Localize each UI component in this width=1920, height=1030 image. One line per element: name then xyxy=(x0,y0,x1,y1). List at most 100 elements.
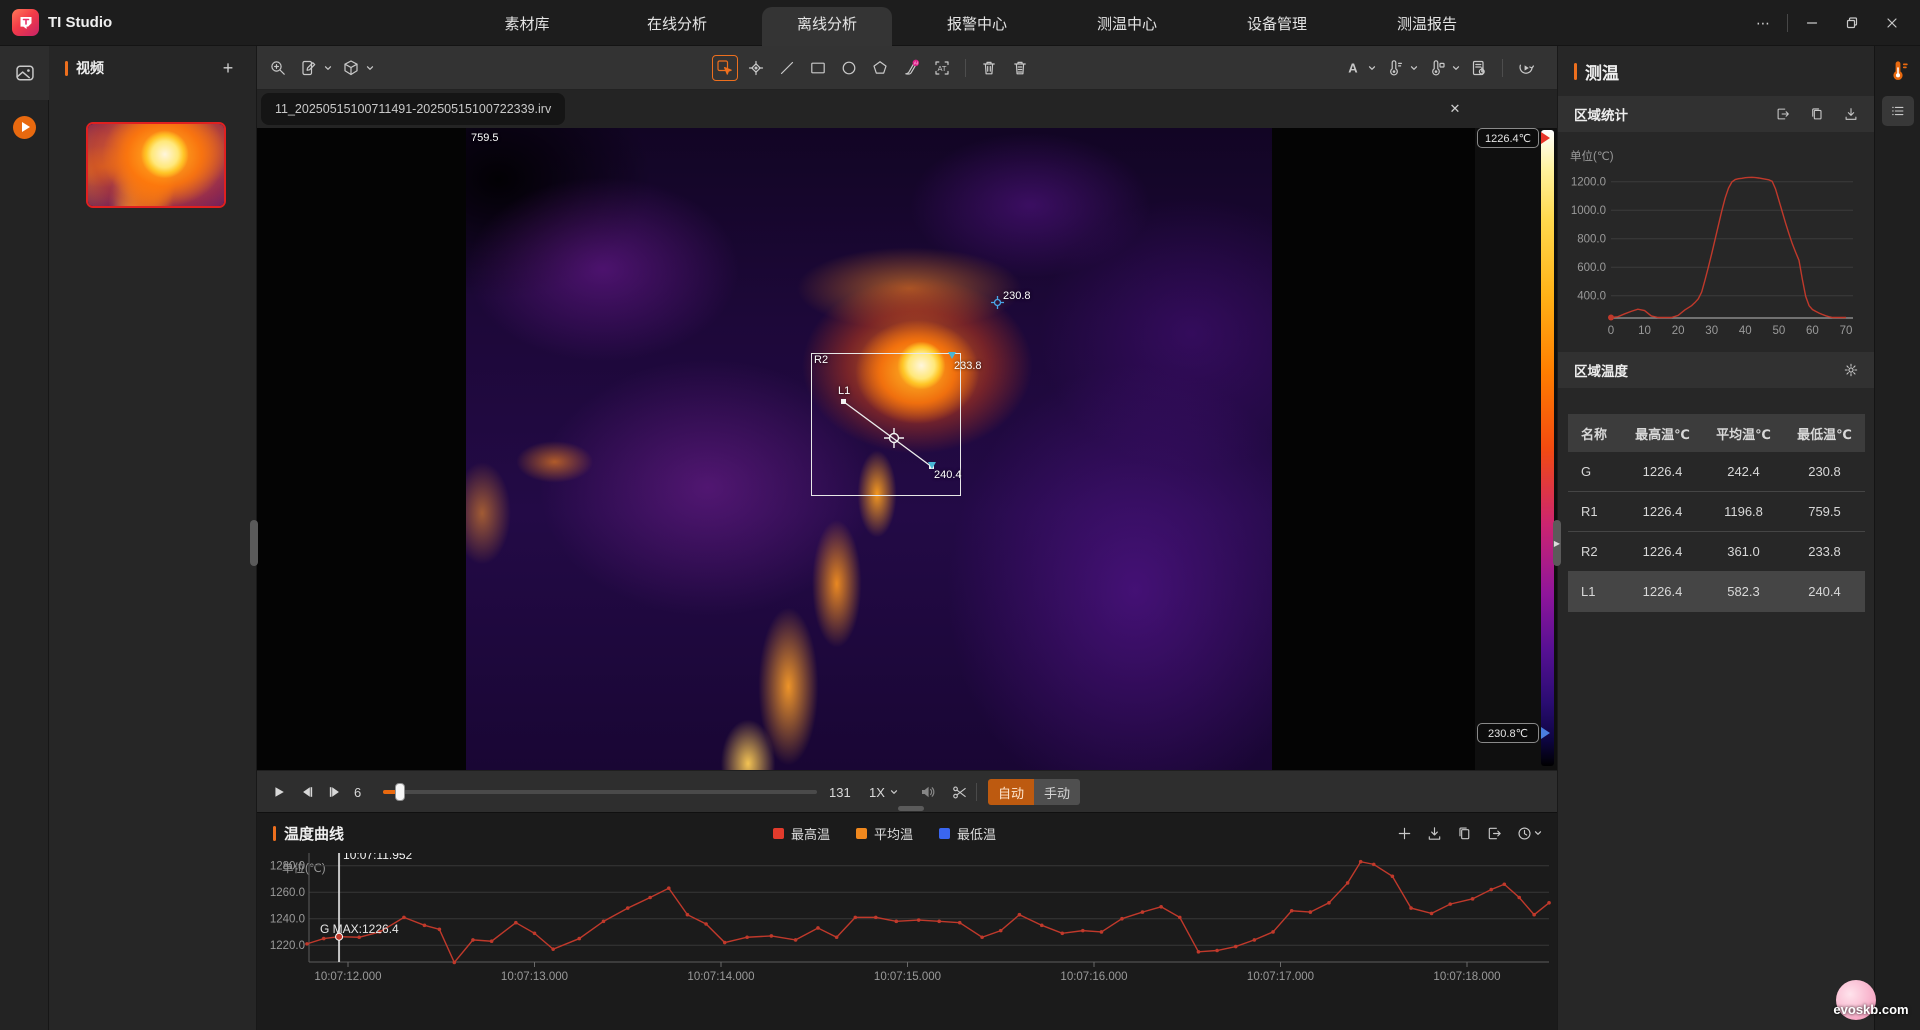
more-menu-button[interactable]: ⋯ xyxy=(1743,0,1783,46)
clip-scissors-button[interactable] xyxy=(951,784,968,801)
region-temp-table: 名称最高温℃平均温℃最低温℃G1226.4242.4230.8R11226.41… xyxy=(1568,414,1865,612)
point-tool-icon[interactable] xyxy=(743,55,769,81)
toolbar-divider xyxy=(965,59,966,77)
region-name: L1 xyxy=(1568,584,1622,599)
nav-tab-测温中心[interactable]: 测温中心 xyxy=(1052,0,1202,46)
gear-icon[interactable] xyxy=(1843,362,1859,378)
restore-button[interactable] xyxy=(1832,0,1872,46)
line-tool-icon[interactable] xyxy=(774,55,800,81)
download-icon[interactable] xyxy=(1843,106,1859,122)
media-library-button[interactable] xyxy=(0,46,49,100)
delete-tool-icon[interactable] xyxy=(976,55,1002,81)
temperature-colorbar xyxy=(1541,130,1554,766)
font-tool-caret-icon[interactable] xyxy=(1371,63,1377,73)
annotation-display-tool-caret-icon[interactable] xyxy=(327,63,333,73)
table-row-G[interactable]: G1226.4242.4230.8 xyxy=(1568,452,1865,492)
l1-min-marker[interactable]: 240.4 xyxy=(928,462,936,469)
table-row-R1[interactable]: R11226.41196.8759.5 xyxy=(1568,492,1865,532)
close-document-icon[interactable]: ✕ xyxy=(1445,99,1465,119)
delete-all-tool-icon[interactable] xyxy=(1007,55,1033,81)
svg-text:1260.0: 1260.0 xyxy=(270,887,305,899)
nav-tab-设备管理[interactable]: 设备管理 xyxy=(1202,0,1352,46)
svg-text:20: 20 xyxy=(1672,325,1685,337)
temp-display-tool-caret-icon[interactable] xyxy=(1413,63,1419,73)
accent-bar xyxy=(65,61,68,76)
video-thumbnail[interactable] xyxy=(86,122,226,208)
nav-tab-素材库[interactable]: 素材库 xyxy=(452,0,602,46)
colorbar-max-handle[interactable] xyxy=(1541,132,1550,144)
left-splitter-handle[interactable] xyxy=(250,520,258,566)
l1-endpoint-start[interactable] xyxy=(841,399,846,404)
temp-value: 1226.4 xyxy=(1622,544,1703,559)
temp-annotation-tool-caret-icon[interactable] xyxy=(1455,63,1461,73)
text-annotation-tool-icon[interactable]: AT xyxy=(929,55,955,81)
copy-button[interactable] xyxy=(1456,825,1473,842)
table-header-row: 名称最高温℃平均温℃最低温℃ xyxy=(1568,414,1865,452)
colorbar-min-handle[interactable] xyxy=(1541,727,1550,739)
play-button[interactable] xyxy=(271,784,287,800)
prev-frame-button[interactable] xyxy=(299,784,315,800)
rect-tool-icon[interactable] xyxy=(805,55,831,81)
chevron-down-icon[interactable] xyxy=(889,787,899,797)
right-splitter-handle[interactable]: ▶ xyxy=(1553,520,1561,566)
volume-button[interactable] xyxy=(919,783,937,801)
ellipse-tool-icon[interactable] xyxy=(836,55,862,81)
view-3d-tool-icon[interactable] xyxy=(338,55,364,81)
export-button[interactable] xyxy=(1486,825,1503,842)
font-tool-icon[interactable]: A xyxy=(1340,55,1366,81)
toolbar-left-group xyxy=(265,46,375,90)
document-tab[interactable]: 11_20250515100711491-20250515100722339.i… xyxy=(261,93,565,125)
svg-text:1200.0: 1200.0 xyxy=(1571,177,1606,189)
column-header: 最高温℃ xyxy=(1622,424,1703,443)
view-3d-tool-caret-icon[interactable] xyxy=(369,63,375,73)
minimize-button[interactable] xyxy=(1792,0,1832,46)
thermometer-tool-button[interactable] xyxy=(1882,56,1914,86)
table-row-L1[interactable]: L11226.4582.3240.4 xyxy=(1568,572,1865,612)
nav-tab-离线分析[interactable]: 离线分析 xyxy=(752,0,902,46)
select-tool-icon[interactable] xyxy=(712,55,738,81)
copy-icon[interactable] xyxy=(1809,106,1825,122)
g-point-marker[interactable]: 230.8 xyxy=(993,290,1031,302)
legend-item-最低温[interactable]: 最低温 xyxy=(939,824,996,843)
nav-tab-测温报告[interactable]: 测温报告 xyxy=(1352,0,1502,46)
legend-item-平均温[interactable]: 平均温 xyxy=(856,824,913,843)
timeline-slider[interactable] xyxy=(383,790,817,794)
download-button[interactable] xyxy=(1426,825,1443,842)
svg-text:AT: AT xyxy=(937,64,946,73)
temp-value: 1196.8 xyxy=(1703,504,1784,519)
mode-auto-button[interactable]: 自动 xyxy=(988,779,1034,805)
ai-annotation-tool-icon[interactable]: AI xyxy=(898,55,924,81)
legend-item-最高温[interactable]: 最高温 xyxy=(773,824,830,843)
add-video-button[interactable]: + xyxy=(218,58,238,78)
svg-text:10:07:15.000: 10:07:15.000 xyxy=(874,971,941,983)
accent-bar xyxy=(1574,63,1577,80)
close-button[interactable] xyxy=(1872,0,1912,46)
svg-text:10:07:13.000: 10:07:13.000 xyxy=(501,971,568,983)
export-icon[interactable] xyxy=(1775,106,1791,122)
measure-panel-title: 测温 xyxy=(1585,59,1619,84)
nav-tab-在线分析[interactable]: 在线分析 xyxy=(602,0,752,46)
mode-manual-button[interactable]: 手动 xyxy=(1034,779,1080,805)
panel-resize-grip[interactable] xyxy=(898,806,924,811)
play-review-tool-icon[interactable] xyxy=(1513,55,1539,81)
time-range-button[interactable] xyxy=(1516,825,1543,842)
nav-tab-报警中心[interactable]: 报警中心 xyxy=(902,0,1052,46)
r2-min-marker[interactable]: 233.8 xyxy=(948,352,956,359)
svg-text:400.0: 400.0 xyxy=(1577,291,1606,303)
temp-display-tool-icon[interactable] xyxy=(1382,55,1408,81)
annotation-display-tool-icon[interactable] xyxy=(296,55,322,81)
next-frame-button[interactable] xyxy=(327,784,343,800)
timeline-handle[interactable] xyxy=(395,783,405,801)
temp-annotation-tool-icon[interactable] xyxy=(1424,55,1450,81)
curve-panel-actions xyxy=(1396,813,1543,853)
video-canvas[interactable]: 759.5 230.8 R2 233.8 xyxy=(257,128,1475,770)
offline-video-button[interactable] xyxy=(0,100,49,154)
playback-speed[interactable]: 1X xyxy=(869,785,885,800)
svg-text:10:07:16.000: 10:07:16.000 xyxy=(1060,971,1127,983)
report-tool-icon[interactable] xyxy=(1466,55,1492,81)
polygon-tool-icon[interactable] xyxy=(867,55,893,81)
table-row-R2[interactable]: R21226.4361.0233.8 xyxy=(1568,532,1865,572)
list-view-button[interactable] xyxy=(1882,96,1914,126)
add-curve-button[interactable] xyxy=(1396,825,1413,842)
zoom-tool-icon[interactable] xyxy=(265,55,291,81)
